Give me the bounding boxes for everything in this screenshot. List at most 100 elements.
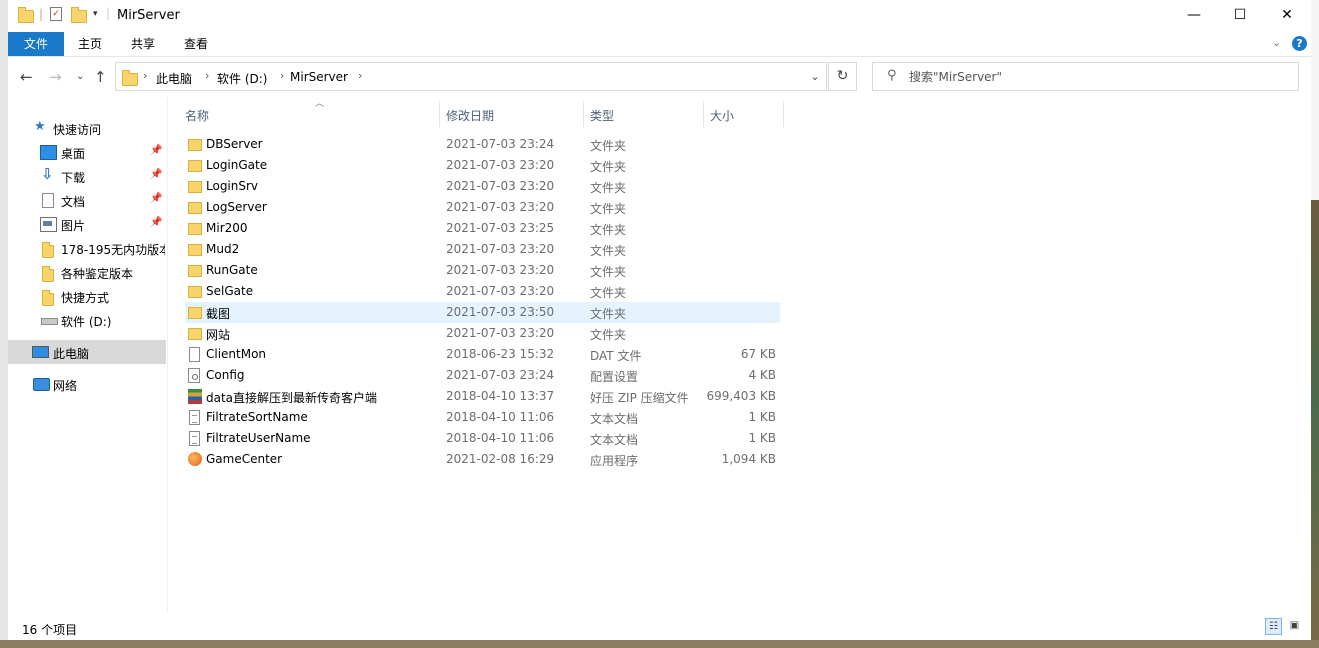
pin-icon[interactable]: 📌: [150, 145, 162, 156]
search-input[interactable]: [909, 68, 1279, 85]
properties-icon[interactable]: ✓: [50, 7, 62, 21]
column-header-type[interactable]: 类型: [584, 98, 704, 128]
folder-icon: [188, 160, 202, 172]
file-date: 2018-06-23 15:32: [446, 347, 555, 361]
file-name: data直接解压到最新传奇客户端: [206, 391, 378, 405]
sort-ascending-icon: ︿: [315, 99, 325, 109]
chevron-right-icon[interactable]: ›: [205, 69, 209, 82]
file-type: 文件夹: [590, 265, 627, 279]
table-row[interactable]: 截图 2021-07-03 23:50 文件夹: [185, 302, 780, 323]
text-icon: [189, 410, 200, 425]
breadcrumb-this-pc[interactable]: 此电脑: [156, 70, 192, 87]
desktop-background-right: [1311, 0, 1319, 648]
file-date: 2021-07-03 23:20: [446, 158, 555, 172]
sidebar-item-folder[interactable]: 178-195无内功版本: [8, 236, 166, 260]
table-row[interactable]: 网站 2021-07-03 23:20 文件夹: [185, 323, 780, 344]
minimize-button[interactable]: —: [1171, 0, 1217, 31]
file-name: DBServer: [206, 137, 263, 151]
help-icon[interactable]: ?: [1292, 36, 1307, 51]
details-view-icon[interactable]: ☷: [1265, 618, 1282, 635]
sidebar-item-documents[interactable]: 文档 📌: [8, 188, 166, 212]
file-date: 2021-07-03 23:20: [446, 242, 555, 256]
file-date: 2021-02-08 16:29: [446, 452, 555, 466]
file-name: FiltrateSortName: [206, 410, 308, 424]
table-row[interactable]: RunGate 2021-07-03 23:20 文件夹: [185, 260, 780, 281]
folder-icon: [188, 307, 202, 319]
column-header-size[interactable]: 大小: [704, 98, 784, 128]
search-box: ⚲: [872, 62, 1299, 91]
text-icon: [189, 431, 200, 446]
navigation-pane: ★ 快速访问 桌面 📌 ⇩ 下载 📌 文档 📌 图片 📌 178-195无内功版…: [8, 98, 166, 613]
sidebar-item-network[interactable]: 网络: [8, 372, 166, 396]
sidebar-item-folder[interactable]: 各种鉴定版本: [8, 260, 166, 284]
recent-locations-icon[interactable]: ⌄: [76, 71, 84, 82]
table-row[interactable]: ClientMon 2018-06-23 15:32 DAT 文件 67 KB: [185, 344, 780, 365]
column-divider[interactable]: [783, 101, 784, 127]
chevron-right-icon[interactable]: ›: [280, 69, 284, 82]
large-icons-view-icon[interactable]: ▣: [1286, 618, 1303, 635]
chevron-right-icon[interactable]: ›: [143, 69, 147, 82]
chevron-right-icon[interactable]: ›: [358, 69, 362, 82]
column-header-date[interactable]: 修改日期: [440, 98, 584, 128]
file-type: 文本文档: [590, 412, 639, 426]
sidebar-item-pictures[interactable]: 图片 📌: [8, 212, 166, 236]
customize-toolbar-icon[interactable]: ▾: [93, 9, 98, 19]
sidebar-item-folder[interactable]: 快捷方式: [8, 284, 166, 308]
pin-icon[interactable]: 📌: [150, 217, 162, 228]
column-header-name[interactable]: 名称 ︿: [178, 98, 440, 128]
tab-home[interactable]: 主页: [65, 32, 115, 56]
forward-arrow-icon[interactable]: →: [49, 68, 62, 86]
expand-ribbon-icon[interactable]: ⌄: [1272, 36, 1281, 49]
file-type: 文件夹: [590, 244, 627, 258]
ribbon: 文件 主页 共享 查看 ⌄ ?: [8, 32, 1311, 57]
sidebar-item-label: 下载: [61, 171, 86, 185]
tab-file[interactable]: 文件: [8, 32, 64, 56]
breadcrumb-mirserver[interactable]: MirServer: [290, 70, 348, 84]
folder-icon: [122, 70, 138, 86]
address-bar[interactable]: › 此电脑 › 软件 (D:) › MirServer › ⌄: [115, 62, 827, 91]
file-type: 文件夹: [590, 286, 627, 300]
table-row[interactable]: GameCenter 2021-02-08 16:29 应用程序 1,094 KB: [185, 449, 780, 470]
desktop-background-left: [0, 0, 8, 648]
file-type: 文件夹: [590, 181, 627, 195]
sidebar-item-desktop[interactable]: 桌面 📌: [8, 140, 166, 164]
pin-icon[interactable]: 📌: [150, 169, 162, 180]
table-row[interactable]: data直接解压到最新传奇客户端 2018-04-10 13:37 好压 ZIP 压…: [185, 386, 780, 407]
drive-icon: [41, 318, 58, 325]
sidebar-item-drive[interactable]: 软件 (D:): [8, 308, 166, 332]
table-row[interactable]: FiltrateSortName 2018-04-10 11:06 文本文档 1 KB: [185, 407, 780, 428]
new-folder-icon[interactable]: [71, 7, 87, 28]
table-row[interactable]: LoginGate 2021-07-03 23:20 文件夹: [185, 155, 780, 176]
address-dropdown-icon[interactable]: ⌄: [804, 63, 826, 90]
breadcrumb-drive-d[interactable]: 软件 (D:): [217, 70, 267, 87]
tab-share[interactable]: 共享: [118, 32, 168, 56]
table-row[interactable]: Mud2 2021-07-03 23:20 文件夹: [185, 239, 780, 260]
back-arrow-icon[interactable]: ←: [20, 68, 33, 86]
folder-icon: [188, 286, 202, 298]
table-row[interactable]: DBServer 2021-07-03 23:24 文件夹: [185, 134, 780, 155]
file-name: Mir200: [206, 221, 248, 235]
table-row[interactable]: Config 2021-07-03 23:24 配置设置 4 KB: [185, 365, 780, 386]
sidebar-item-label: 快速访问: [53, 123, 102, 137]
file-size: 1 KB: [748, 431, 776, 445]
sidebar-item-downloads[interactable]: ⇩ 下载 📌: [8, 164, 166, 188]
folder-icon: [42, 266, 54, 282]
table-row[interactable]: LogServer 2021-07-03 23:20 文件夹: [185, 197, 780, 218]
sidebar-item-label: 网络: [53, 379, 78, 393]
table-row[interactable]: FiltrateUserName 2018-04-10 11:06 文本文档 1 KB: [185, 428, 780, 449]
tab-view[interactable]: 查看: [171, 32, 221, 56]
pin-icon[interactable]: 📌: [150, 193, 162, 204]
refresh-button[interactable]: ↻: [828, 62, 857, 91]
sidebar-item-this-pc[interactable]: 此电脑: [8, 340, 166, 364]
maximize-button[interactable]: ☐: [1217, 0, 1263, 31]
folder-icon: [188, 223, 202, 235]
close-button[interactable]: ✕: [1264, 0, 1310, 31]
up-arrow-icon[interactable]: ↑: [94, 68, 107, 86]
file-size: 1,094 KB: [721, 452, 776, 466]
folder-icon: [42, 290, 54, 306]
title-divider: |: [106, 6, 111, 20]
table-row[interactable]: Mir200 2021-07-03 23:25 文件夹: [185, 218, 780, 239]
table-row[interactable]: LoginSrv 2021-07-03 23:20 文件夹: [185, 176, 780, 197]
table-row[interactable]: SelGate 2021-07-03 23:20 文件夹: [185, 281, 780, 302]
sidebar-item-quick-access[interactable]: ★ 快速访问: [8, 116, 166, 140]
